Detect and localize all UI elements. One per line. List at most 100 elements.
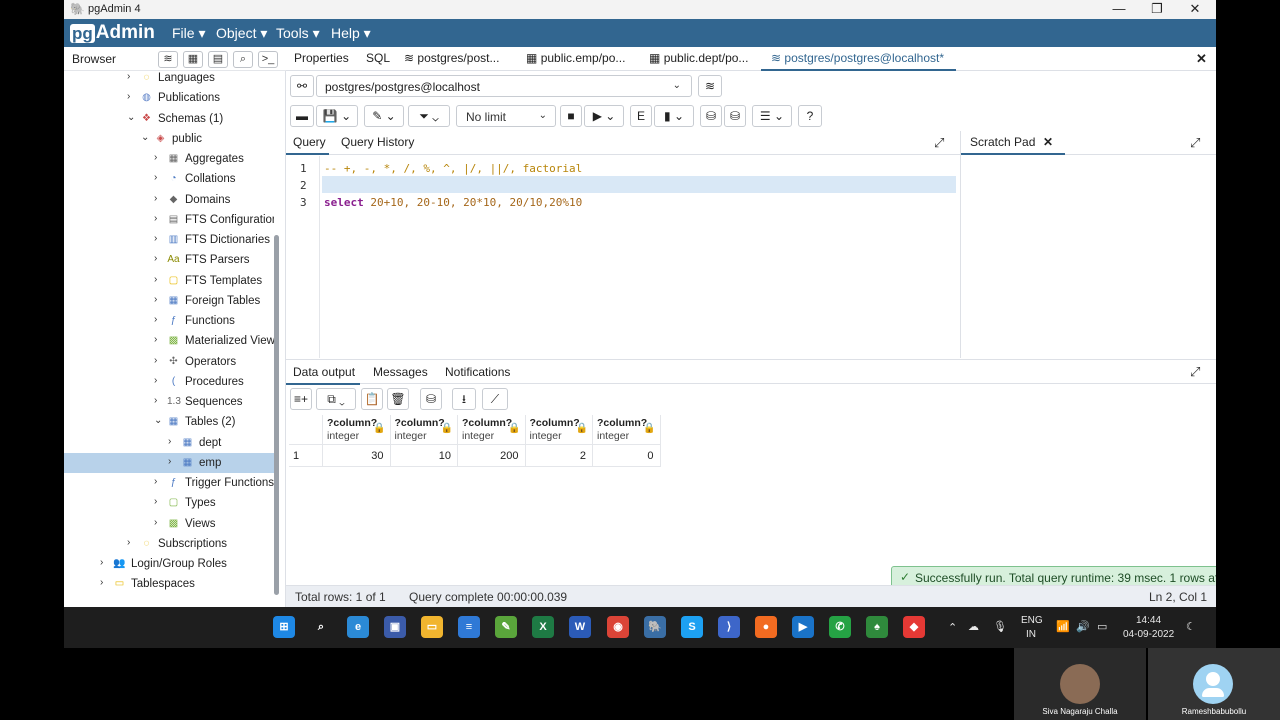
browser-scrollbar[interactable]	[274, 235, 279, 595]
store-icon[interactable]: ▣	[384, 616, 406, 638]
tab-query-history[interactable]: Query History	[341, 135, 414, 149]
chevron-right-icon[interactable]: ›	[154, 253, 157, 264]
download-icon[interactable]: ⭳	[452, 388, 476, 410]
search-icon[interactable]: ⌕	[310, 616, 332, 638]
chevron-right-icon[interactable]: ›	[100, 557, 103, 568]
stop-icon[interactable]: ■	[560, 105, 582, 127]
new-connection-icon[interactable]: ≋	[698, 75, 722, 97]
expand-icon[interactable]: ⤢	[1190, 364, 1200, 380]
paste-icon[interactable]: 📋	[361, 388, 383, 410]
tree-node[interactable]: › ▦ Aggregates	[64, 149, 274, 169]
tree-node[interactable]: › ◍ Publications	[64, 88, 274, 108]
tree-node[interactable]: › ƒ Trigger Functions	[64, 473, 274, 493]
chevron-right-icon[interactable]: ›	[154, 496, 157, 507]
file-explorer-icon[interactable]: ▭	[421, 616, 443, 638]
psql-terminal-icon[interactable]: >_	[258, 51, 278, 68]
postman-icon[interactable]: ●	[755, 616, 777, 638]
chevron-right-icon[interactable]: ›	[154, 395, 157, 406]
chevron-right-icon[interactable]: ›	[154, 152, 157, 163]
video-app-icon[interactable]: ▶	[792, 616, 814, 638]
menu-tools[interactable]: Tools ▾	[276, 25, 320, 42]
notes-icon[interactable]: ✎	[495, 616, 517, 638]
tree-node[interactable]: › ▢ FTS Templates	[64, 271, 274, 291]
tree-node[interactable]: › ▦ Foreign Tables	[64, 291, 274, 311]
tree-node[interactable]: › ▤ FTS Configurations	[64, 210, 274, 230]
battery-icon[interactable]: ▭	[1097, 620, 1107, 633]
close-tab-button[interactable]: ✕	[1196, 51, 1207, 67]
row-number[interactable]: 1	[289, 445, 323, 467]
chevron-right-icon[interactable]: ›	[127, 537, 130, 548]
notepad-icon[interactable]: ≡	[458, 616, 480, 638]
tree-node[interactable]: › ▩ Views	[64, 514, 274, 534]
execute-icon[interactable]: ▶ ⌄	[584, 105, 624, 127]
menu-object[interactable]: Object ▾	[216, 25, 267, 42]
sql-editor[interactable]: 1 2 3 -- +, -, *, /, %, ^, |/, ||/, fact…	[286, 156, 960, 358]
chevron-right-icon[interactable]: ›	[154, 213, 157, 224]
tree-node[interactable]: › ▦ dept	[64, 433, 274, 453]
close-icon[interactable]: ✕	[1043, 135, 1053, 149]
chevron-right-icon[interactable]: ›	[154, 355, 157, 366]
chevron-right-icon[interactable]: ›	[154, 517, 157, 528]
menu-file[interactable]: File ▾	[172, 25, 205, 42]
tab-query-tool-active[interactable]: ≋ postgres/postgres@localhost*	[771, 51, 944, 65]
chevron-right-icon[interactable]: ›	[154, 314, 157, 325]
search-icon[interactable]: ⌕	[233, 51, 253, 68]
connection-status-icon[interactable]: ⚯	[290, 75, 314, 97]
tree-node[interactable]: › ▢ Types	[64, 493, 274, 513]
chevron-down-icon[interactable]: ⌄	[154, 415, 162, 426]
tab-notifications[interactable]: Notifications	[445, 365, 510, 379]
help-icon[interactable]: ?	[798, 105, 822, 127]
tab-data-output[interactable]: Data output	[293, 365, 355, 379]
view-data-icon[interactable]: ▦	[183, 51, 203, 68]
chevron-right-icon[interactable]: ›	[127, 71, 130, 82]
chevron-down-icon[interactable]: ⌄	[127, 112, 135, 123]
chevron-right-icon[interactable]: ›	[154, 233, 157, 244]
wifi-icon[interactable]: 📶	[1056, 620, 1070, 633]
column-header[interactable]: ?column? integer 🔒	[323, 415, 391, 445]
save-data-icon[interactable]: ⛁	[420, 388, 442, 410]
language-code[interactable]: ENG	[1021, 615, 1043, 626]
chevron-right-icon[interactable]: ›	[154, 476, 157, 487]
connection-select[interactable]: postgres/postgres@localhost ⌄	[316, 75, 692, 97]
microphone-icon[interactable]: 🎙	[993, 620, 1007, 633]
whatsapp-icon[interactable]: ✆	[829, 616, 851, 638]
chevron-right-icon[interactable]: ›	[100, 577, 103, 588]
expand-icon[interactable]: ⤢	[1190, 135, 1200, 151]
volume-icon[interactable]: 🔊	[1076, 620, 1090, 633]
open-file-icon[interactable]: ▬	[290, 105, 314, 127]
column-header[interactable]: ?column? integer 🔒	[458, 415, 526, 445]
save-file-icon[interactable]: 💾 ⌄	[316, 105, 358, 127]
tree-node[interactable]: › ▦ emp	[64, 452, 274, 473]
data-cell[interactable]: 2	[525, 445, 593, 467]
object-explorer-query-tool-icon[interactable]: ≋	[158, 51, 178, 68]
notification-icon[interactable]: ☾	[1186, 620, 1196, 633]
minimize-button[interactable]: —	[1100, 0, 1138, 19]
explain-icon[interactable]: E	[630, 105, 652, 127]
delete-icon[interactable]: 🗑	[387, 388, 409, 410]
tree-node[interactable]: › 1.3 Sequences	[64, 392, 274, 412]
tab-public-dept[interactable]: ▦ public.dept/po...	[649, 51, 748, 65]
filter-rows-icon[interactable]: ▤	[208, 51, 228, 68]
column-header[interactable]: ?column? integer 🔒	[593, 415, 661, 445]
tree-node[interactable]: › 👥 Login/Group Roles	[64, 554, 274, 574]
tab-public-emp[interactable]: ▦ public.emp/po...	[526, 51, 625, 65]
graph-icon[interactable]: ⟋	[482, 388, 508, 410]
cloud-icon[interactable]: ☁	[968, 620, 979, 633]
maximize-button[interactable]: ❐	[1138, 0, 1176, 19]
explain-analyze-icon[interactable]: ▮ ⌄	[654, 105, 694, 127]
expand-icon[interactable]: ⤢	[934, 135, 944, 151]
macros-icon[interactable]: ☰ ⌄	[752, 105, 792, 127]
chevron-right-icon[interactable]: ›	[127, 91, 130, 102]
chevron-right-icon[interactable]: ›	[168, 436, 171, 447]
data-cell[interactable]: 30	[323, 445, 391, 467]
scratch-pad-title[interactable]: Scratch Pad	[970, 135, 1035, 149]
commit-icon[interactable]: ⛁	[700, 105, 722, 127]
column-header[interactable]: ?column? integer 🔒	[525, 415, 593, 445]
data-cell[interactable]: 200	[458, 445, 526, 467]
tree-node[interactable]: › (Procedures	[64, 372, 274, 392]
tab-properties[interactable]: Properties	[294, 51, 349, 65]
tree-node[interactable]: › ▩ Materialized Views	[64, 331, 274, 351]
chevron-right-icon[interactable]: ›	[168, 456, 171, 467]
skype-icon[interactable]: S	[681, 616, 703, 638]
chevron-right-icon[interactable]: ›	[154, 334, 157, 345]
